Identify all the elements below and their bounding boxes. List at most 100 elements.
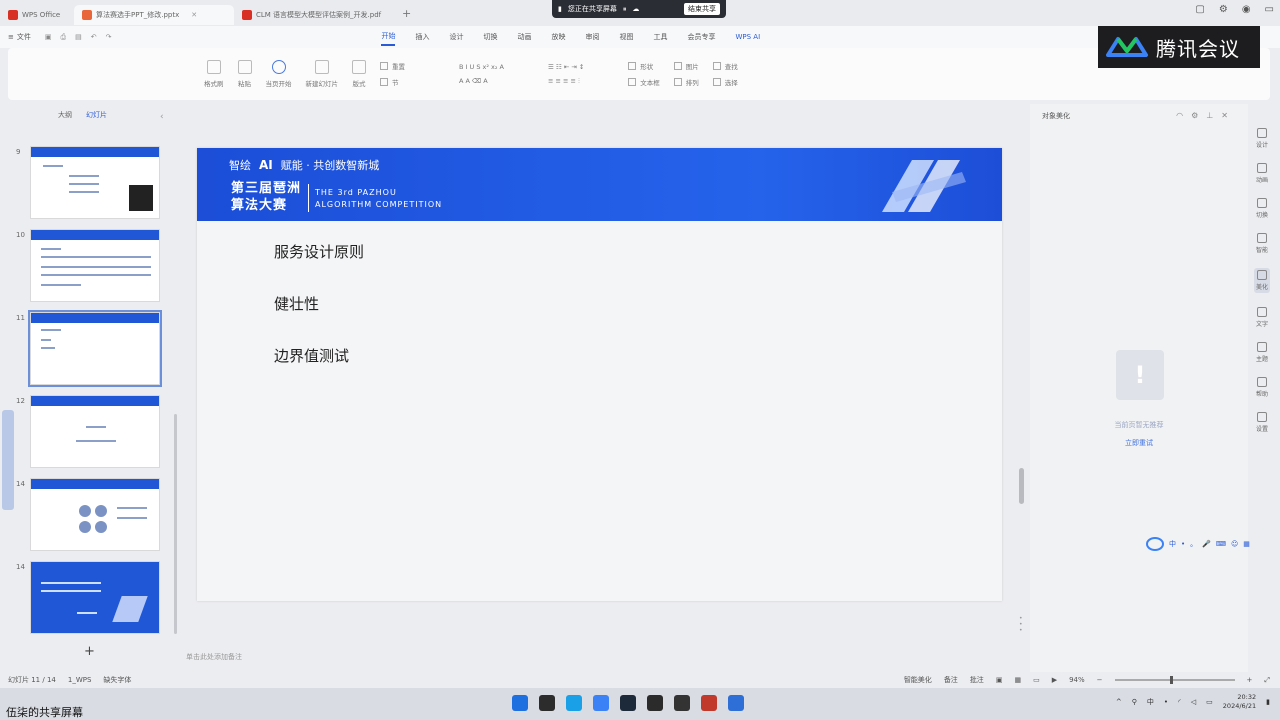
browser-icon[interactable] — [566, 695, 582, 711]
layout-button[interactable]: 版式 — [352, 60, 366, 88]
slide-bullet[interactable]: 边界值测试 — [274, 345, 349, 366]
rail-text[interactable]: 文字 — [1256, 307, 1268, 328]
minimize-icon[interactable]: ▭ — [1265, 4, 1274, 15]
theme-name[interactable]: 1_WPS — [68, 676, 92, 684]
slide-thumbnail[interactable] — [30, 229, 160, 302]
steam-icon[interactable] — [620, 695, 636, 711]
play-icon[interactable]: ▶ — [1052, 676, 1057, 684]
notes-toggle[interactable]: 备注 — [944, 675, 958, 685]
slide-thumbnail[interactable] — [30, 395, 160, 468]
notification-icon[interactable]: ▮ — [1266, 698, 1270, 706]
menu-member[interactable]: 会员专享 — [687, 29, 715, 45]
undo-icon[interactable]: ↶ — [91, 33, 97, 42]
menu-transition[interactable]: 切换 — [483, 29, 497, 45]
thumbnail-row[interactable]: 12 — [0, 395, 170, 469]
wps-icon[interactable] — [701, 695, 717, 711]
settings-icon[interactable]: ⚙ — [1191, 111, 1198, 120]
gear-icon[interactable]: ⚙ — [1219, 4, 1228, 15]
battery-icon[interactable]: ▭ — [1206, 698, 1213, 706]
smart-beautify-button[interactable]: 智能美化 — [904, 675, 932, 685]
collapse-panel-icon[interactable]: ‹ — [160, 112, 164, 122]
close-icon[interactable]: ✕ — [1221, 111, 1228, 120]
rail-smart[interactable]: 智能 — [1256, 233, 1268, 254]
add-slide-button[interactable]: + — [84, 644, 95, 659]
slide-bullet[interactable]: 健壮性 — [274, 293, 319, 314]
menu-insert[interactable]: 插入 — [415, 29, 429, 45]
section-button[interactable]: 节 — [380, 77, 405, 87]
rail-transition[interactable]: 切换 — [1256, 198, 1268, 219]
thumbnail-row[interactable]: 9 — [0, 146, 170, 220]
new-slide-button[interactable]: 新建幻灯片 — [306, 60, 338, 88]
rail-animation[interactable]: 动画 — [1256, 163, 1268, 184]
skin-icon[interactable]: ☺ — [1231, 540, 1238, 548]
tencent-meeting-icon[interactable] — [728, 695, 744, 711]
print-icon[interactable]: ⎙ — [61, 33, 67, 42]
fit-icon[interactable]: ⤢ — [1264, 676, 1270, 685]
reset-button[interactable]: 重置 — [380, 61, 405, 71]
panel-title[interactable]: 对象美化 — [1042, 111, 1070, 121]
edge-icon[interactable] — [593, 695, 609, 711]
menu-review[interactable]: 审阅 — [585, 29, 599, 45]
zoom-slider[interactable] — [1114, 676, 1235, 684]
normal-view-icon[interactable]: ▣ — [996, 676, 1003, 684]
clock[interactable]: 20:32 2024/6/21 — [1223, 693, 1256, 711]
new-tab-button[interactable]: + — [394, 7, 419, 20]
play-current-button[interactable]: 当页开始 — [266, 60, 292, 88]
slide-bullet[interactable]: 服务设计原则 — [274, 241, 364, 262]
search-icon[interactable] — [539, 695, 555, 711]
align-row[interactable]: ≡ ≡ ≡ ≡ ⫶ — [548, 77, 584, 86]
zoom-knob[interactable] — [1169, 676, 1173, 684]
thumbnail-row[interactable]: 11 — [0, 310, 170, 387]
screenshot-icon[interactable] — [674, 695, 690, 711]
stop-sharing-button[interactable]: 结束共享 — [684, 3, 720, 15]
picture-button[interactable]: 图片 — [673, 61, 699, 71]
thumbnail-row[interactable]: 14 — [0, 561, 170, 635]
tab-pdf-document[interactable]: CLM 语言模型大模型评估案例_开发.pdf — [234, 5, 394, 25]
format-painter-button[interactable]: 格式刷 — [204, 60, 224, 88]
menu-view[interactable]: 视图 — [619, 29, 633, 45]
ime-punct[interactable]: 。 — [1190, 539, 1197, 549]
tab-wps-office[interactable]: WPS Office — [0, 5, 74, 25]
rail-design[interactable]: 设计 — [1256, 128, 1268, 149]
tab-slides[interactable]: 幻灯片 — [86, 110, 107, 120]
retry-link[interactable]: 立即重试 — [1030, 438, 1248, 448]
cloud-icon[interactable]: ☁ — [632, 5, 639, 13]
redo-icon[interactable]: ↷ — [106, 33, 112, 42]
sogou-logo-icon[interactable] — [1146, 537, 1164, 551]
pause-icon[interactable]: ⏸ — [623, 5, 627, 14]
list-row[interactable]: ☰ ☷ ⇤ ⇥ ↕ — [548, 63, 584, 71]
comment-toggle[interactable]: 批注 — [970, 675, 984, 685]
zoom-out-icon[interactable]: − — [1097, 676, 1103, 684]
wps-ai-button[interactable]: WPS AI — [735, 33, 760, 41]
save-icon[interactable]: ▣ — [45, 33, 52, 42]
zoom-in-icon[interactable]: + — [1247, 676, 1253, 684]
missing-font[interactable]: 缺失字体 — [103, 675, 131, 685]
slide-thumbnail-current[interactable] — [28, 310, 162, 387]
slide-thumbnail[interactable] — [30, 561, 160, 634]
mic-icon[interactable]: 🎤 — [1202, 540, 1211, 548]
avatar[interactable]: ◉ — [1242, 4, 1251, 15]
menu-tools[interactable]: 工具 — [653, 29, 667, 45]
textbox-button[interactable]: 文本框 — [628, 77, 660, 87]
slide-canvas[interactable]: 智绘 AI 赋能 · 共创数智新城 第三届琶洲 算法大赛 THE 3rd PAZ… — [197, 148, 1002, 601]
wifi-icon[interactable]: ◜ — [1178, 698, 1181, 706]
rail-help[interactable]: 帮助 — [1256, 377, 1268, 398]
headset-icon[interactable]: ◠ — [1176, 111, 1183, 120]
notes-placeholder[interactable]: 单击此处添加备注 — [186, 652, 242, 662]
speaker-icon[interactable]: ◁ — [1191, 698, 1196, 706]
rail-beautify[interactable]: 美化 — [1253, 268, 1270, 293]
chevron-up-icon[interactable]: ^ — [1116, 698, 1122, 706]
thumbnail-row[interactable]: 10 — [0, 229, 170, 303]
zoom-value[interactable]: 94% — [1069, 676, 1085, 684]
file-menu[interactable]: ≡ 文件 — [8, 32, 31, 42]
arrange-button[interactable]: 排列 — [673, 77, 699, 87]
sorter-view-icon[interactable]: ▦ — [1014, 676, 1021, 684]
usb-icon[interactable]: ⚲ — [1132, 698, 1137, 706]
paste-button[interactable]: 粘贴 — [237, 60, 252, 88]
rail-settings[interactable]: 设置 — [1256, 412, 1268, 433]
ime-indicator[interactable]: 中 — [1147, 697, 1154, 707]
slide-scrollbar[interactable] — [1019, 468, 1024, 504]
rail-theme[interactable]: 主题 — [1256, 342, 1268, 363]
font-color-row[interactable]: A A ⌫ A — [459, 77, 504, 85]
pin-icon[interactable]: ⊥ — [1206, 111, 1213, 120]
